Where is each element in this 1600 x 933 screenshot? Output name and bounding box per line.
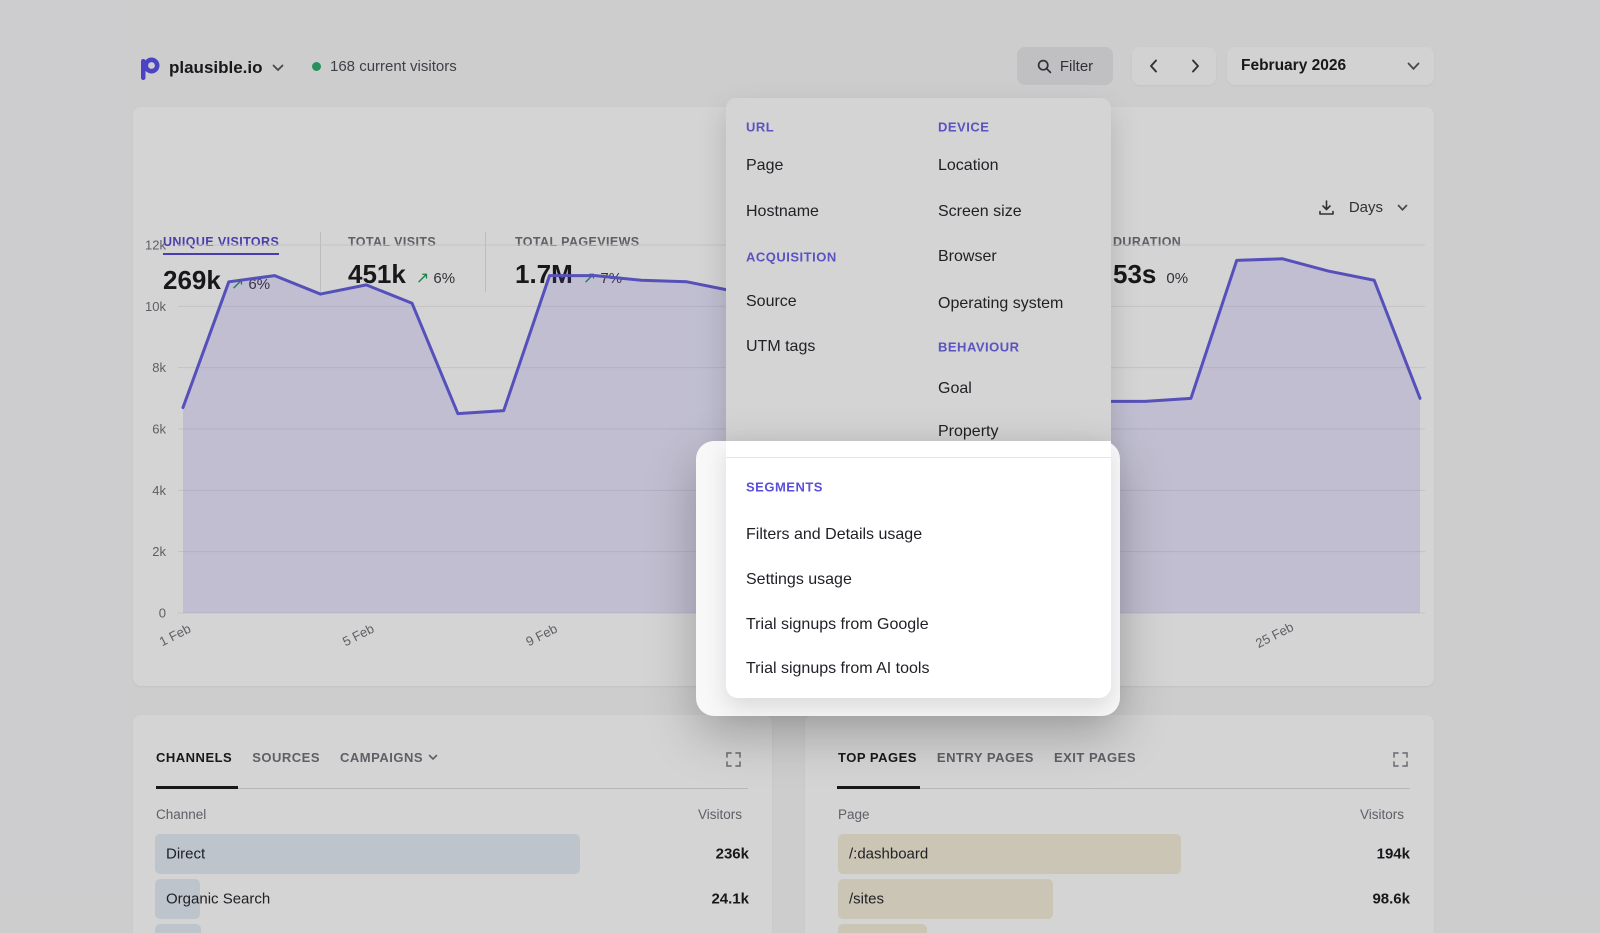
segment-item-trial-signups-google[interactable]: Trial signups from Google bbox=[746, 616, 929, 634]
segment-item-trial-signups-ai-tools[interactable]: Trial signups from AI tools bbox=[746, 660, 929, 678]
segment-item-settings-usage[interactable]: Settings usage bbox=[746, 571, 852, 589]
segment-item-filters-details-usage[interactable]: Filters and Details usage bbox=[746, 526, 922, 544]
segments-section-title: SEGMENTS bbox=[746, 480, 823, 495]
menu-divider bbox=[726, 457, 1111, 458]
segments-menu-section: SEGMENTS Filters and Details usage Setti… bbox=[726, 441, 1111, 698]
